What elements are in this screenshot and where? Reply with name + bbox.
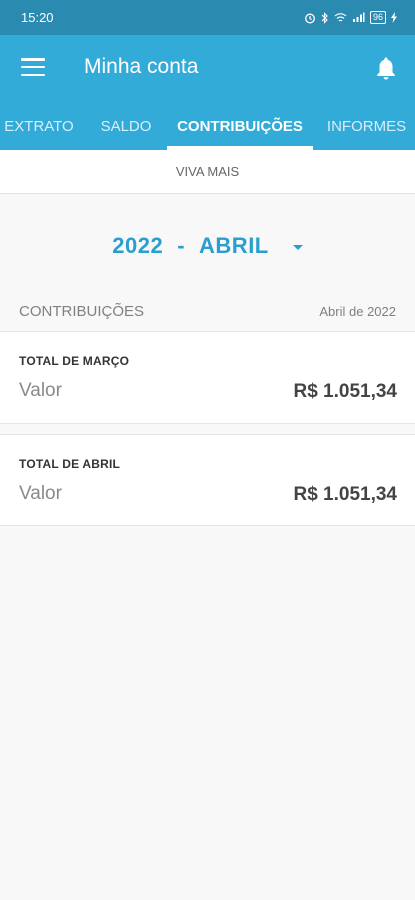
tab-contribuicoes[interactable]: CONTRIBUIÇÕES: [167, 102, 313, 150]
tab-informes[interactable]: INFORMES: [318, 102, 415, 150]
status-time: 15:20: [21, 10, 54, 25]
bluetooth-icon: [321, 11, 328, 24]
charging-icon: [391, 12, 397, 23]
total-card-marco: TOTAL DE MARÇO Valor R$ 1.051,34: [0, 331, 415, 424]
section-date: Abril de 2022: [319, 303, 396, 319]
status-bar: 15:20 96: [0, 0, 415, 35]
subtab-bar: VIVA MAIS: [0, 150, 415, 194]
card-key: Valor: [19, 483, 62, 504]
period-month: ABRIL: [199, 233, 269, 258]
section-header: CONTRIBUIÇÕES Abril de 2022: [0, 292, 415, 330]
wifi-icon: [334, 13, 347, 22]
card-label: TOTAL DE ABRIL: [19, 457, 121, 471]
period-selector[interactable]: 2022 - ABRIL: [0, 228, 415, 264]
signal-icon: [352, 12, 365, 22]
card-value: R$ 1.051,34: [293, 484, 397, 505]
card-key: Valor: [19, 380, 62, 401]
period-year: 2022: [112, 233, 164, 258]
period-separator: -: [177, 233, 186, 258]
card-label: TOTAL DE MARÇO: [19, 354, 130, 368]
menu-icon[interactable]: [21, 57, 45, 77]
tab-bar: EXTRATO SALDO CONTRIBUIÇÕES INFORMES: [0, 102, 415, 150]
tab-extrato[interactable]: EXTRATO: [0, 102, 78, 150]
app-bar: Minha conta: [0, 35, 415, 102]
alarm-icon: [305, 13, 315, 23]
total-card-abril: TOTAL DE ABRIL Valor R$ 1.051,34: [0, 434, 415, 526]
status-icons: 96: [304, 11, 397, 24]
battery-icon: 96: [369, 11, 386, 24]
notifications-bell-icon[interactable]: [374, 55, 398, 81]
dropdown-caret-icon: [292, 245, 303, 250]
section-title: CONTRIBUIÇÕES: [19, 302, 145, 320]
card-value: R$ 1.051,34: [293, 381, 397, 402]
tab-saldo[interactable]: SALDO: [86, 102, 166, 150]
page-title: Minha conta: [84, 55, 199, 78]
subtab-viva-mais[interactable]: VIVA MAIS: [0, 164, 415, 179]
